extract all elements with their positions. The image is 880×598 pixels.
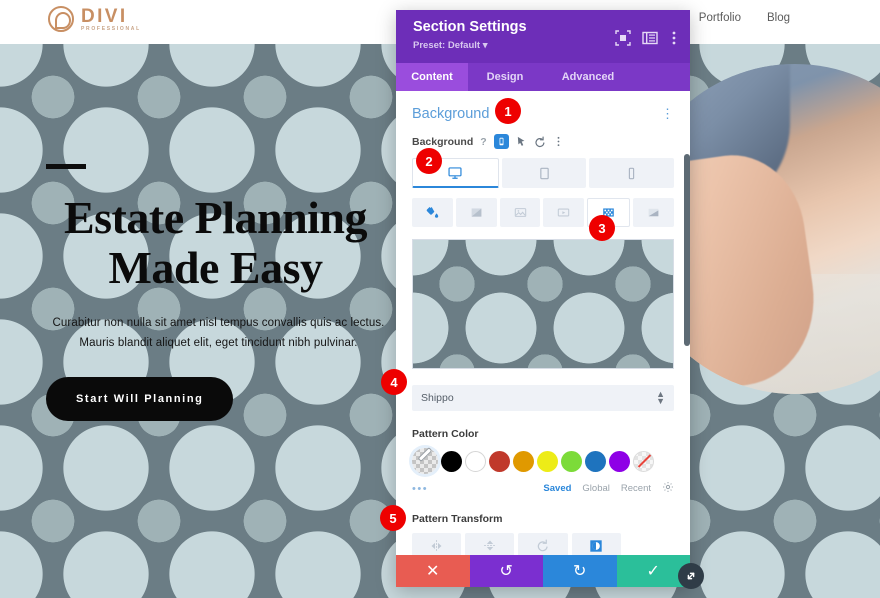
redo-button[interactable]: ↻ bbox=[543, 555, 617, 587]
pattern-preview[interactable] bbox=[412, 239, 674, 369]
swatch-blue[interactable] bbox=[585, 450, 606, 472]
modal-tabs: Content Design Advanced bbox=[396, 63, 690, 91]
preset-label: Preset: Default bbox=[413, 40, 481, 51]
device-tab-phone[interactable] bbox=[589, 158, 675, 188]
swatch-green[interactable] bbox=[561, 450, 582, 472]
transform-spacer bbox=[625, 533, 674, 555]
swatch-eyedropper-transparent[interactable] bbox=[412, 448, 438, 474]
chevron-updown-icon: ▲ ▼ bbox=[656, 389, 665, 406]
step-badge-5: 5 bbox=[380, 505, 406, 531]
options-kebab-icon[interactable] bbox=[553, 136, 564, 147]
bg-type-color-fill[interactable] bbox=[412, 198, 453, 227]
responsive-icon[interactable] bbox=[493, 134, 509, 149]
logo-name: DIVI bbox=[81, 5, 128, 27]
modal-footer: ✕ ↺ ↻ ✓ bbox=[396, 555, 690, 587]
logo-text: DIVI PROFESSIONAL bbox=[81, 7, 141, 32]
swatch-orange[interactable] bbox=[513, 450, 534, 472]
step-badge-2: 2 bbox=[416, 148, 442, 174]
swatch-meta-row: ••• Saved Global Recent bbox=[412, 481, 674, 496]
bg-type-video[interactable] bbox=[543, 198, 585, 227]
help-icon[interactable]: ? bbox=[480, 136, 486, 148]
swatch-white[interactable] bbox=[465, 450, 486, 472]
modal-preset-selector[interactable]: Preset: Default ▾ bbox=[413, 40, 487, 51]
more-swatches-icon[interactable]: ••• bbox=[412, 483, 428, 495]
swatch-black[interactable] bbox=[441, 450, 462, 472]
step-badge-3: 3 bbox=[589, 215, 615, 241]
logo-tagline: PROFESSIONAL bbox=[81, 25, 141, 32]
pattern-select[interactable]: Shippo ▲ ▼ bbox=[412, 385, 674, 411]
background-field-row: Background ? bbox=[412, 134, 674, 149]
undo-button[interactable]: ↺ bbox=[469, 555, 543, 587]
pattern-preview-swatch bbox=[413, 240, 673, 368]
section-options-kebab-icon[interactable]: ⋮ bbox=[661, 106, 674, 122]
divi-logo-icon bbox=[48, 6, 74, 32]
modal-header: Section Settings Preset: Default ▾ bbox=[396, 10, 690, 63]
hero-content: Estate Planning Made Easy Curabitur non … bbox=[46, 164, 391, 421]
kebab-menu-icon[interactable] bbox=[666, 30, 682, 46]
swatch-none[interactable] bbox=[633, 450, 654, 472]
step-badge-4: 4 bbox=[381, 369, 407, 395]
section-title-label[interactable]: Background bbox=[412, 106, 489, 122]
swatch-tab-global[interactable]: Global bbox=[582, 483, 609, 494]
reset-icon[interactable] bbox=[534, 136, 546, 148]
pattern-transform-buttons bbox=[412, 533, 674, 555]
swatch-tab-saved[interactable]: Saved bbox=[543, 483, 571, 494]
step-badge-1: 1 bbox=[495, 98, 521, 124]
hero-divider bbox=[46, 164, 86, 169]
flip-vertical-icon[interactable] bbox=[465, 533, 515, 555]
pattern-transform-label: Pattern Transform bbox=[412, 513, 503, 525]
pattern-select-value: Shippo bbox=[421, 392, 454, 404]
tab-advanced[interactable]: Advanced bbox=[542, 63, 634, 91]
background-type-tabs bbox=[412, 198, 674, 227]
nav-item-blog[interactable]: Blog bbox=[767, 12, 790, 24]
resize-handle[interactable] bbox=[678, 563, 704, 589]
device-tab-tablet[interactable] bbox=[501, 158, 587, 188]
swatch-tab-recent[interactable]: Recent bbox=[621, 483, 651, 494]
modal-scrollbar-thumb[interactable] bbox=[684, 154, 690, 346]
hover-cursor-icon[interactable] bbox=[516, 136, 527, 147]
invert-icon[interactable] bbox=[571, 533, 621, 555]
tab-content[interactable]: Content bbox=[396, 63, 468, 91]
hero-subtitle: Curabitur non nulla sit amet nisl tempus… bbox=[52, 317, 385, 349]
modal-title: Section Settings bbox=[413, 19, 527, 35]
bg-type-mask[interactable] bbox=[633, 198, 674, 227]
section-settings-modal[interactable]: Section Settings Preset: Default ▾ Conte… bbox=[396, 10, 690, 587]
expand-icon[interactable] bbox=[615, 30, 631, 46]
swatch-source-tabs: Saved Global Recent bbox=[543, 481, 674, 496]
swatch-purple[interactable] bbox=[609, 450, 630, 472]
bg-type-image[interactable] bbox=[499, 198, 541, 227]
hero-cta-wrap: Start Will Planning bbox=[46, 353, 391, 421]
device-tabs bbox=[412, 158, 675, 188]
flip-horizontal-icon[interactable] bbox=[412, 533, 462, 555]
background-field-label: Background bbox=[412, 135, 474, 148]
site-logo[interactable]: DIVI PROFESSIONAL bbox=[48, 6, 141, 32]
tab-design[interactable]: Design bbox=[468, 63, 542, 91]
pattern-color-label: Pattern Color bbox=[412, 428, 479, 440]
swatch-dark-red[interactable] bbox=[489, 450, 510, 472]
nav-item-portfolio[interactable]: Portfolio bbox=[699, 12, 741, 24]
rotate-icon[interactable] bbox=[518, 533, 568, 555]
cancel-button[interactable]: ✕ bbox=[396, 555, 470, 587]
layout-icon[interactable] bbox=[642, 30, 658, 46]
pattern-color-swatches bbox=[412, 448, 674, 474]
bg-type-gradient[interactable] bbox=[455, 198, 497, 227]
site-nav: Portfolio Blog bbox=[699, 12, 790, 24]
swatch-yellow[interactable] bbox=[537, 450, 558, 472]
start-will-planning-button[interactable]: Start Will Planning bbox=[46, 377, 234, 421]
gear-icon[interactable] bbox=[662, 481, 674, 496]
background-section-header: Background ⋮ bbox=[412, 106, 674, 122]
hero-title: Estate Planning Made Easy bbox=[63, 192, 368, 293]
